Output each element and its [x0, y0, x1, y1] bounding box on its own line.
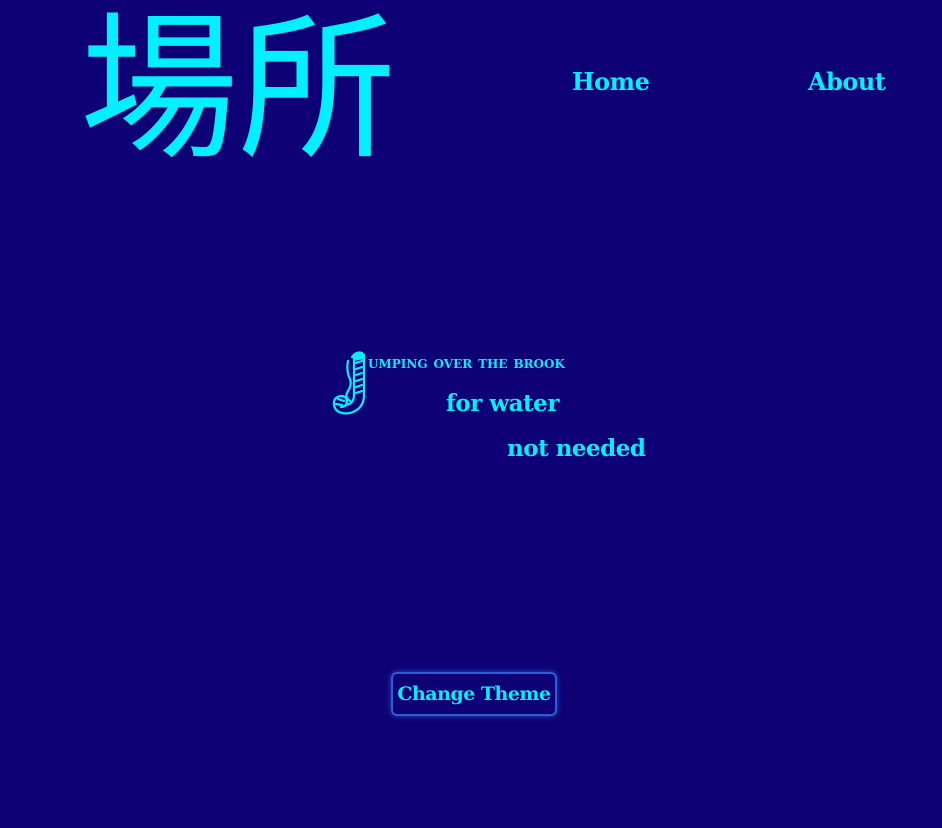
nav-about-link[interactable]: About	[808, 66, 886, 98]
nav-home-link[interactable]: Home	[572, 66, 650, 98]
change-theme-button[interactable]: Change Theme	[391, 672, 557, 716]
poem-line-1: umping over the brook	[368, 353, 565, 373]
poem-line-3: not needed	[507, 435, 646, 462]
poem: umping over the brook for water not need…	[330, 345, 650, 475]
site-logo: 場所	[80, 0, 396, 182]
poem-line-2: for water	[446, 390, 559, 417]
dropcap-j	[332, 351, 366, 415]
